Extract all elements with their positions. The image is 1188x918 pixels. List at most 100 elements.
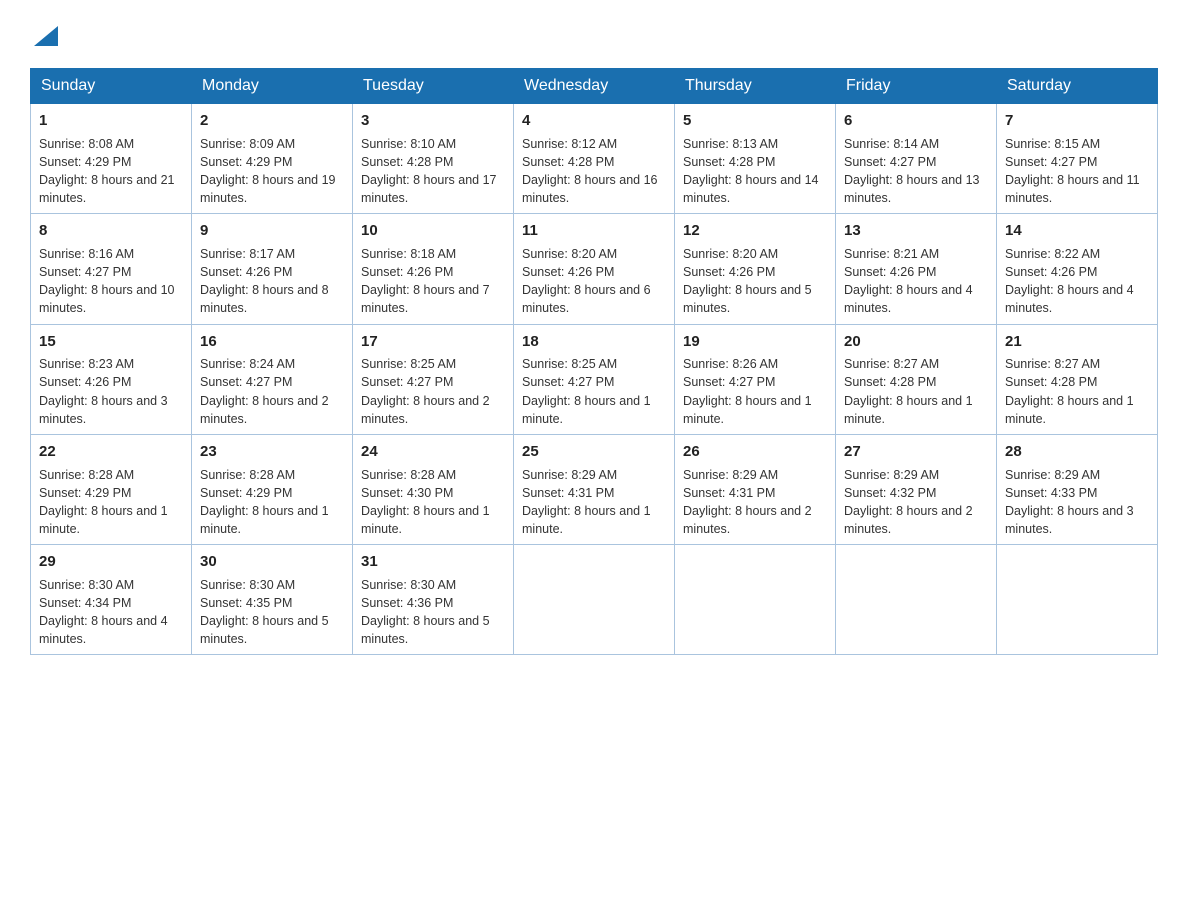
day-number: 25 [522,441,666,463]
day-info: Sunrise: 8:29 AMSunset: 4:33 PMDaylight:… [1005,466,1149,539]
calendar-day-cell [997,545,1158,655]
page-header [30,20,1158,48]
day-number: 20 [844,331,988,353]
day-info: Sunrise: 8:10 AMSunset: 4:28 PMDaylight:… [361,135,505,208]
day-number: 9 [200,220,344,242]
day-number: 6 [844,110,988,132]
calendar-day-cell: 30 Sunrise: 8:30 AMSunset: 4:35 PMDaylig… [192,545,353,655]
day-of-week-header: Tuesday [353,69,514,104]
day-number: 27 [844,441,988,463]
day-number: 10 [361,220,505,242]
day-info: Sunrise: 8:21 AMSunset: 4:26 PMDaylight:… [844,245,988,318]
calendar-day-cell: 3 Sunrise: 8:10 AMSunset: 4:28 PMDayligh… [353,104,514,214]
day-number: 13 [844,220,988,242]
calendar-day-cell: 22 Sunrise: 8:28 AMSunset: 4:29 PMDaylig… [31,434,192,544]
day-number: 15 [39,331,183,353]
day-info: Sunrise: 8:24 AMSunset: 4:27 PMDaylight:… [200,355,344,428]
day-number: 7 [1005,110,1149,132]
day-info: Sunrise: 8:20 AMSunset: 4:26 PMDaylight:… [683,245,827,318]
day-number: 31 [361,551,505,573]
calendar-day-cell: 14 Sunrise: 8:22 AMSunset: 4:26 PMDaylig… [997,214,1158,324]
day-number: 16 [200,331,344,353]
calendar-day-cell: 2 Sunrise: 8:09 AMSunset: 4:29 PMDayligh… [192,104,353,214]
day-info: Sunrise: 8:22 AMSunset: 4:26 PMDaylight:… [1005,245,1149,318]
day-info: Sunrise: 8:27 AMSunset: 4:28 PMDaylight:… [1005,355,1149,428]
calendar-day-cell: 24 Sunrise: 8:28 AMSunset: 4:30 PMDaylig… [353,434,514,544]
day-number: 4 [522,110,666,132]
calendar-day-cell: 8 Sunrise: 8:16 AMSunset: 4:27 PMDayligh… [31,214,192,324]
day-info: Sunrise: 8:25 AMSunset: 4:27 PMDaylight:… [361,355,505,428]
day-of-week-header: Saturday [997,69,1158,104]
logo [30,20,60,48]
day-info: Sunrise: 8:29 AMSunset: 4:31 PMDaylight:… [683,466,827,539]
calendar-day-cell: 27 Sunrise: 8:29 AMSunset: 4:32 PMDaylig… [836,434,997,544]
calendar-day-cell [675,545,836,655]
calendar-day-cell: 29 Sunrise: 8:30 AMSunset: 4:34 PMDaylig… [31,545,192,655]
day-info: Sunrise: 8:23 AMSunset: 4:26 PMDaylight:… [39,355,183,428]
day-number: 23 [200,441,344,463]
calendar-day-cell: 25 Sunrise: 8:29 AMSunset: 4:31 PMDaylig… [514,434,675,544]
day-info: Sunrise: 8:28 AMSunset: 4:29 PMDaylight:… [200,466,344,539]
calendar-day-cell: 7 Sunrise: 8:15 AMSunset: 4:27 PMDayligh… [997,104,1158,214]
day-number: 8 [39,220,183,242]
calendar-day-cell [514,545,675,655]
calendar-day-cell: 15 Sunrise: 8:23 AMSunset: 4:26 PMDaylig… [31,324,192,434]
calendar-day-cell: 1 Sunrise: 8:08 AMSunset: 4:29 PMDayligh… [31,104,192,214]
day-info: Sunrise: 8:17 AMSunset: 4:26 PMDaylight:… [200,245,344,318]
day-number: 1 [39,110,183,132]
day-info: Sunrise: 8:30 AMSunset: 4:36 PMDaylight:… [361,576,505,649]
calendar-week-row: 15 Sunrise: 8:23 AMSunset: 4:26 PMDaylig… [31,324,1158,434]
day-number: 21 [1005,331,1149,353]
day-info: Sunrise: 8:18 AMSunset: 4:26 PMDaylight:… [361,245,505,318]
logo-icon [32,22,60,48]
day-number: 22 [39,441,183,463]
day-info: Sunrise: 8:29 AMSunset: 4:31 PMDaylight:… [522,466,666,539]
calendar-day-cell: 26 Sunrise: 8:29 AMSunset: 4:31 PMDaylig… [675,434,836,544]
day-number: 5 [683,110,827,132]
calendar-day-cell: 16 Sunrise: 8:24 AMSunset: 4:27 PMDaylig… [192,324,353,434]
day-number: 18 [522,331,666,353]
day-number: 26 [683,441,827,463]
day-of-week-header: Thursday [675,69,836,104]
calendar-day-cell: 4 Sunrise: 8:12 AMSunset: 4:28 PMDayligh… [514,104,675,214]
calendar-day-cell: 20 Sunrise: 8:27 AMSunset: 4:28 PMDaylig… [836,324,997,434]
day-info: Sunrise: 8:28 AMSunset: 4:30 PMDaylight:… [361,466,505,539]
calendar-day-cell: 13 Sunrise: 8:21 AMSunset: 4:26 PMDaylig… [836,214,997,324]
day-of-week-header: Sunday [31,69,192,104]
day-number: 14 [1005,220,1149,242]
day-info: Sunrise: 8:28 AMSunset: 4:29 PMDaylight:… [39,466,183,539]
calendar-day-cell [836,545,997,655]
day-info: Sunrise: 8:27 AMSunset: 4:28 PMDaylight:… [844,355,988,428]
calendar-day-cell: 17 Sunrise: 8:25 AMSunset: 4:27 PMDaylig… [353,324,514,434]
calendar-header-row: SundayMondayTuesdayWednesdayThursdayFrid… [31,69,1158,104]
day-of-week-header: Monday [192,69,353,104]
calendar-day-cell: 19 Sunrise: 8:26 AMSunset: 4:27 PMDaylig… [675,324,836,434]
calendar-week-row: 29 Sunrise: 8:30 AMSunset: 4:34 PMDaylig… [31,545,1158,655]
calendar-day-cell: 28 Sunrise: 8:29 AMSunset: 4:33 PMDaylig… [997,434,1158,544]
day-number: 29 [39,551,183,573]
day-info: Sunrise: 8:14 AMSunset: 4:27 PMDaylight:… [844,135,988,208]
calendar-day-cell: 31 Sunrise: 8:30 AMSunset: 4:36 PMDaylig… [353,545,514,655]
calendar-day-cell: 18 Sunrise: 8:25 AMSunset: 4:27 PMDaylig… [514,324,675,434]
calendar-week-row: 8 Sunrise: 8:16 AMSunset: 4:27 PMDayligh… [31,214,1158,324]
calendar-day-cell: 9 Sunrise: 8:17 AMSunset: 4:26 PMDayligh… [192,214,353,324]
day-info: Sunrise: 8:09 AMSunset: 4:29 PMDaylight:… [200,135,344,208]
day-of-week-header: Friday [836,69,997,104]
calendar-week-row: 22 Sunrise: 8:28 AMSunset: 4:29 PMDaylig… [31,434,1158,544]
day-number: 2 [200,110,344,132]
day-number: 17 [361,331,505,353]
day-number: 24 [361,441,505,463]
day-number: 19 [683,331,827,353]
day-info: Sunrise: 8:12 AMSunset: 4:28 PMDaylight:… [522,135,666,208]
day-of-week-header: Wednesday [514,69,675,104]
day-info: Sunrise: 8:30 AMSunset: 4:35 PMDaylight:… [200,576,344,649]
day-info: Sunrise: 8:26 AMSunset: 4:27 PMDaylight:… [683,355,827,428]
calendar-day-cell: 6 Sunrise: 8:14 AMSunset: 4:27 PMDayligh… [836,104,997,214]
calendar-day-cell: 10 Sunrise: 8:18 AMSunset: 4:26 PMDaylig… [353,214,514,324]
calendar-day-cell: 12 Sunrise: 8:20 AMSunset: 4:26 PMDaylig… [675,214,836,324]
day-info: Sunrise: 8:30 AMSunset: 4:34 PMDaylight:… [39,576,183,649]
day-info: Sunrise: 8:20 AMSunset: 4:26 PMDaylight:… [522,245,666,318]
calendar-day-cell: 21 Sunrise: 8:27 AMSunset: 4:28 PMDaylig… [997,324,1158,434]
calendar-week-row: 1 Sunrise: 8:08 AMSunset: 4:29 PMDayligh… [31,104,1158,214]
day-number: 28 [1005,441,1149,463]
